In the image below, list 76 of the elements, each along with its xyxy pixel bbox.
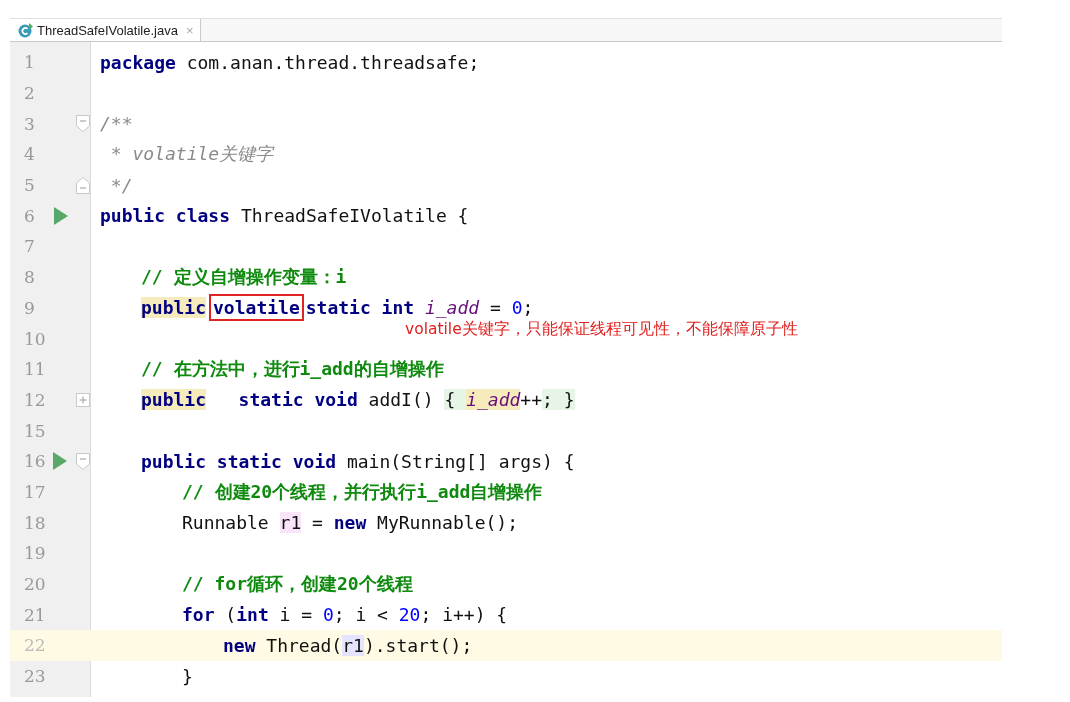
keyword: static int — [305, 297, 415, 319]
keyword: package — [100, 51, 176, 73]
expand-icon[interactable] — [76, 392, 90, 407]
keyword: public static void — [141, 450, 337, 472]
code-text: { — [444, 389, 467, 411]
code-text: com.anan.thread.threadsafe; — [185, 51, 480, 73]
line-number: 18 — [23, 512, 47, 533]
line-number: 12 — [23, 389, 47, 410]
run-icon[interactable] — [53, 206, 68, 225]
line-number: 9 — [23, 297, 36, 318]
line-number: 10 — [23, 328, 47, 349]
fold-icon[interactable] — [76, 176, 90, 194]
line-number: 3 — [23, 113, 36, 134]
doc-comment: * volatile关键字 — [109, 142, 274, 167]
doc-comment: */ — [109, 174, 133, 196]
code-text: i = — [278, 604, 314, 626]
line-number: 23 — [23, 666, 47, 687]
code-comment: // 定义自增操作变量：i — [141, 265, 347, 290]
line-number: 6 — [23, 205, 36, 226]
code-text: ( — [224, 604, 237, 626]
keyword: static void — [237, 389, 358, 411]
line-number: 15 — [23, 420, 47, 441]
code-comment: // 在方法中，进行i_add的自增操作 — [141, 357, 444, 382]
number-literal: 0 — [511, 297, 523, 319]
line-number: 16 — [23, 451, 47, 472]
annotation-note: volatile关键字，只能保证线程可见性，不能保障原子性 — [405, 319, 798, 341]
code-text: ThreadSafeIVolatile { — [239, 205, 469, 227]
code-text: Runnable — [182, 512, 270, 534]
code-text: Thread( — [265, 634, 343, 656]
field-name: i_add — [423, 297, 480, 319]
field-name: i_add — [466, 389, 521, 411]
line-number: 7 — [23, 236, 36, 257]
class-icon — [18, 22, 33, 38]
keyword: new — [333, 512, 367, 534]
code-text: r1 — [342, 634, 364, 656]
keyword: new — [223, 634, 256, 656]
doc-comment: /** — [100, 113, 133, 135]
code-text: = — [488, 297, 502, 319]
file-tab[interactable]: ThreadSafeIVolatile.java × — [10, 19, 201, 41]
code-text: = — [311, 512, 324, 534]
code-comment: // for循环，创建20个线程 — [182, 572, 413, 597]
keyword: int — [236, 604, 269, 626]
keyword: public class — [100, 205, 231, 227]
line-number: 2 — [23, 83, 36, 104]
line-number: 8 — [23, 267, 36, 288]
code-text: ; } — [542, 389, 575, 411]
line-number: 4 — [23, 144, 36, 165]
line-number: 21 — [23, 604, 47, 625]
fold-icon[interactable] — [76, 452, 90, 470]
code-text: ).start(); — [363, 634, 473, 656]
code-text: ; — [522, 297, 534, 319]
keyword: public — [141, 297, 207, 319]
keyword: for — [182, 604, 215, 626]
line-number: 1 — [23, 52, 36, 73]
code-text: ++ — [520, 389, 542, 411]
number-literal: 0 — [322, 604, 334, 626]
line-number: 19 — [23, 543, 47, 564]
line-number: 11 — [23, 359, 47, 380]
line-number: 17 — [23, 481, 47, 502]
keyword: public — [141, 389, 207, 411]
line-number: 22 — [23, 635, 47, 656]
code-text: MyRunnable(); — [376, 512, 518, 534]
line-number: 20 — [23, 574, 47, 595]
fold-icon[interactable] — [76, 115, 90, 133]
code-text: main(String[] args) { — [345, 450, 575, 472]
code-text: addI() — [367, 389, 435, 411]
line-number: 5 — [23, 175, 36, 196]
tab-label: ThreadSafeIVolatile.java — [37, 22, 178, 38]
code-text: } — [182, 665, 193, 687]
code-text: r1 — [279, 512, 302, 534]
highlight-box: volatile — [209, 294, 304, 322]
run-icon[interactable] — [52, 452, 67, 471]
code-text: ; i++) { — [420, 604, 508, 626]
code-comment: // 创建20个线程，并行执行i_add自增操作 — [182, 479, 543, 504]
number-literal: 20 — [398, 604, 421, 626]
code-text: ; i < — [333, 604, 389, 626]
